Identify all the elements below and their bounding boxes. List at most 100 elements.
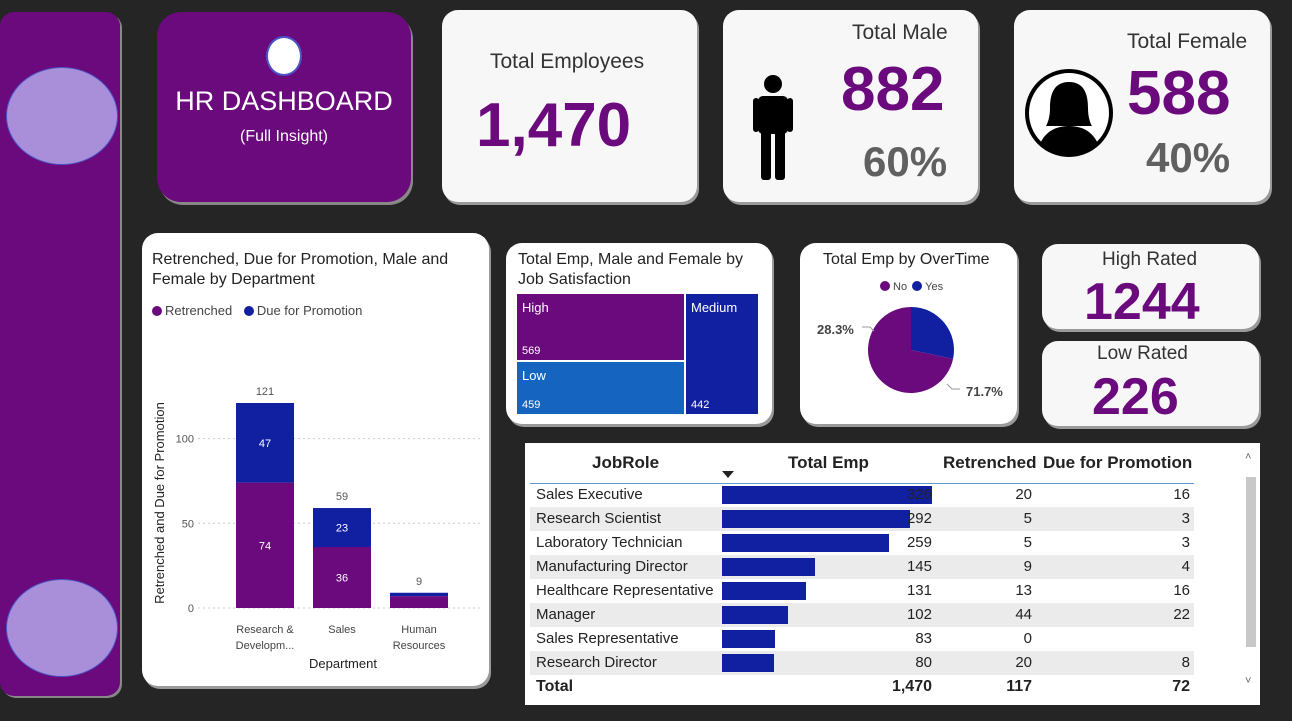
cell-due-for-promotion: 16	[1173, 582, 1190, 599]
bar-segment-label: 74	[259, 540, 271, 552]
cell-due-for-promotion: 22	[1173, 606, 1190, 623]
y-tick-label: 0	[188, 603, 194, 615]
total-male-card: Total Male 882 60%	[723, 10, 978, 202]
total-emp-bar	[722, 582, 807, 600]
legend-promotion-label: Due for Promotion	[256, 303, 363, 318]
total-male-value: 882	[841, 55, 945, 124]
treemap-value: 442	[691, 399, 709, 411]
column-header-retrenched[interactable]: Retrenched	[943, 453, 1037, 473]
overtime-card: Total Emp by OverTime No Yes 28.3% 71.7%	[800, 243, 1017, 424]
department-chart-title: Retrenched, Due for Promotion, Male and …	[152, 251, 449, 288]
cell-due-for-promotion: 16	[1173, 486, 1190, 503]
cell-total-emp: 80	[915, 654, 932, 671]
total-female-label: Total Female	[1127, 30, 1248, 53]
cell-due-for-promotion: 3	[1181, 510, 1190, 527]
cell-total-emp: 292	[906, 510, 932, 527]
y-tick-label: 100	[176, 434, 194, 446]
female-percent: 40%	[1146, 134, 1231, 181]
cell-retrenched: 13	[1015, 582, 1032, 599]
scrollbar-thumb[interactable]	[1246, 477, 1256, 647]
dashboard-title-card: HR DASHBOARD (Full Insight)	[157, 12, 411, 202]
department-bar-chart: 0 50 100 74 47 121 36 23 59 9 Research & Developm..…	[152, 386, 482, 671]
cell-retrenched: 5	[1023, 534, 1032, 551]
logo-circle-icon	[266, 36, 302, 76]
sort-descending-icon[interactable]	[722, 471, 734, 479]
cell-retrenched: 0	[1023, 630, 1032, 647]
page-title: HR DASHBOARD	[175, 86, 393, 116]
bar-total-label: 9	[416, 576, 422, 588]
cell-total-emp: 102	[906, 606, 932, 623]
pie-slice-yes	[911, 307, 954, 359]
legend-retrenched-dot	[152, 306, 162, 316]
cell-jobrole: Research Director	[536, 654, 657, 671]
cell-jobrole: Manufacturing Director	[536, 558, 688, 575]
table-row[interactable]: Sales Executive 326 20 16	[530, 483, 1194, 507]
total-row-promotion: 72	[1172, 678, 1190, 695]
bar-total-label: 59	[336, 491, 348, 503]
low-rated-card: Low Rated 226	[1042, 341, 1259, 426]
table-row[interactable]: Manager 102 44 22	[530, 603, 1194, 627]
table-row[interactable]: Research Director 80 20 8	[530, 651, 1194, 675]
y-tick-label: 50	[182, 518, 194, 530]
overtime-pie-chart: 28.3% 71.7%	[817, 307, 1003, 399]
legend-yes-dot	[912, 281, 923, 291]
page-subtitle: (Full Insight)	[239, 128, 329, 145]
treemap-label: High	[522, 300, 549, 315]
male-person-icon	[753, 75, 793, 180]
x-axis-label: Department	[309, 656, 377, 671]
cell-total-emp: 259	[906, 534, 932, 551]
table-row[interactable]: Healthcare Representative 131 13 16	[530, 579, 1194, 603]
treemap-label: Medium	[691, 300, 737, 315]
nav-circle-top[interactable]	[6, 67, 118, 165]
female-person-icon	[1025, 69, 1113, 157]
high-rated-value: 1244	[1084, 273, 1200, 331]
scroll-down-icon[interactable]: ˅	[1245, 675, 1251, 687]
bar-segment-label: 47	[259, 438, 271, 450]
job-satisfaction-title: Total Emp, Male and Female by Job Satisf…	[518, 251, 743, 288]
total-emp-bar	[722, 606, 788, 624]
scroll-up-icon[interactable]: ˄	[1245, 451, 1251, 463]
total-row-emp: 1,470	[891, 678, 932, 695]
department-chart-legend: Retrenched Due for Promotion	[152, 303, 362, 318]
cell-due-for-promotion: 3	[1181, 534, 1190, 551]
cell-due-for-promotion: 8	[1181, 654, 1190, 671]
overtime-legend: No Yes	[880, 281, 943, 293]
pie-leader-line	[946, 383, 960, 390]
total-emp-bar	[722, 558, 816, 576]
cell-total-emp: 83	[915, 630, 932, 647]
total-row-retrenched: 117	[1006, 678, 1032, 695]
legend-retrenched-label: Retrenched	[165, 303, 233, 318]
cell-retrenched: 20	[1015, 654, 1032, 671]
table-row[interactable]: Sales Representative 83 0	[530, 627, 1194, 651]
legend-promotion-dot	[243, 306, 254, 316]
cell-total-emp: 145	[906, 558, 932, 575]
table-row[interactable]: Manufacturing Director 145 9 4	[530, 555, 1194, 579]
column-header-jobrole[interactable]: JobRole	[592, 453, 659, 473]
column-header-total-emp[interactable]: Total Emp	[788, 453, 869, 473]
treemap-value: 459	[522, 399, 540, 411]
pie-label-yes: 28.3%	[817, 322, 854, 337]
total-employees-card: Total Employees 1,470	[442, 10, 697, 202]
cell-jobrole: Healthcare Representative	[536, 582, 714, 599]
x-tick-label: Human	[401, 624, 436, 636]
high-rated-label: High Rated	[1102, 249, 1198, 270]
total-female-card: Total Female 588 40%	[1014, 10, 1270, 202]
cell-jobrole: Research Scientist	[536, 510, 662, 527]
table-row[interactable]: Laboratory Technician 259 5 3	[530, 531, 1194, 555]
x-tick-label: Sales	[328, 624, 356, 636]
cell-jobrole: Manager	[536, 606, 596, 623]
cell-total-emp: 326	[906, 486, 932, 503]
bar-segment-label: 23	[336, 523, 348, 535]
column-header-due-for-promotion[interactable]: Due for Promotion	[1043, 453, 1192, 473]
y-axis-label: Retrenched and Due for Promotion	[152, 402, 167, 604]
nav-circle-bottom[interactable]	[6, 579, 118, 677]
total-emp-bar	[722, 630, 776, 648]
table-total-row: Total 1,470 117 72	[530, 675, 1194, 701]
treemap-value: 569	[522, 345, 540, 357]
x-tick-label: Resources	[393, 640, 446, 652]
low-rated-label: Low Rated	[1097, 343, 1188, 364]
jobrole-table: JobRole Total Emp Retrenched Due for Pro…	[525, 443, 1260, 705]
table-scrollbar[interactable]: ˄ ˅	[1245, 451, 1257, 697]
cell-jobrole: Sales Representative	[536, 630, 679, 647]
table-row[interactable]: Research Scientist 292 5 3	[530, 507, 1194, 531]
